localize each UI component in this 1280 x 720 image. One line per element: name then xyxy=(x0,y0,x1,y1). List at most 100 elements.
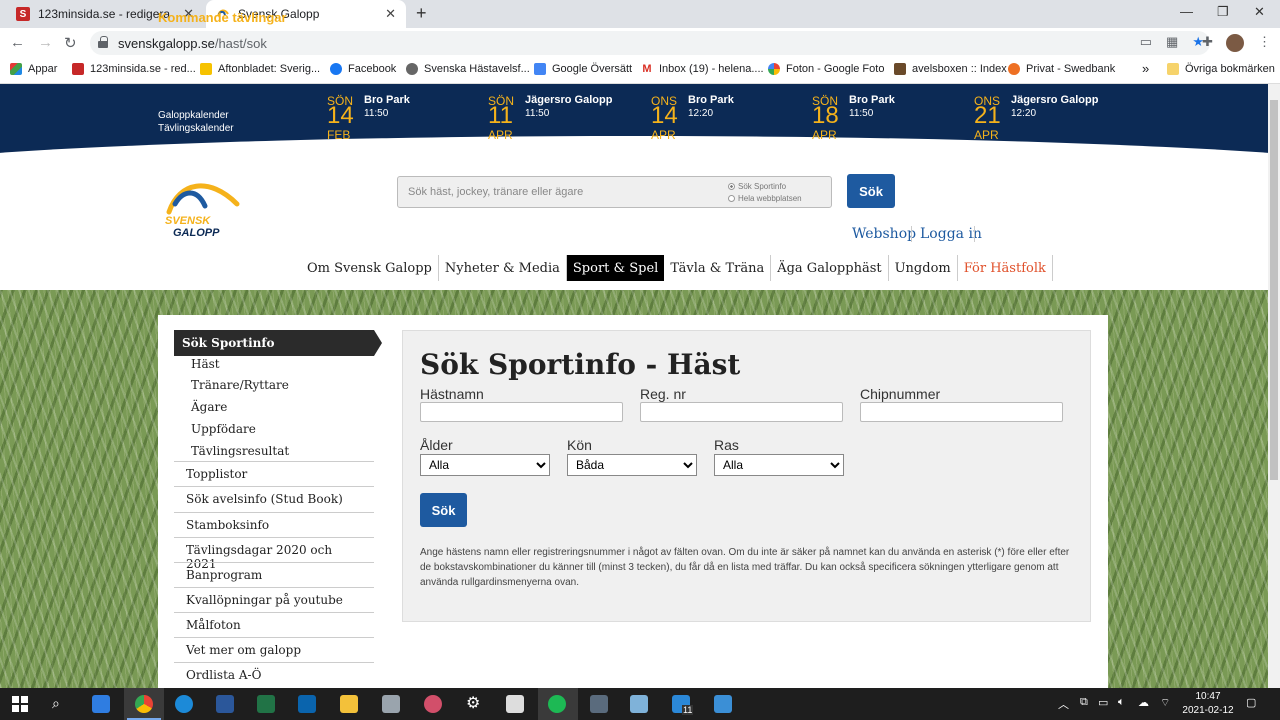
bookmark-aftonbladet[interactable]: Aftonbladet: Sverig... xyxy=(200,63,320,75)
qr-icon[interactable]: ▦ xyxy=(1166,34,1178,50)
outlook-icon[interactable] xyxy=(298,695,316,713)
settings-gear-icon[interactable]: ⚙ xyxy=(466,695,484,713)
word-icon[interactable] xyxy=(216,695,234,713)
photos-icon[interactable] xyxy=(714,695,732,713)
volume-icon[interactable]: 🔈︎ xyxy=(1118,696,1125,709)
nav-nyheter-media[interactable]: Nyheter & Media xyxy=(439,255,567,281)
chevron-up-icon[interactable]: ︿ xyxy=(1058,696,1069,712)
gmail-icon: M xyxy=(641,63,653,75)
nav-sport-spel[interactable]: Sport & Spel xyxy=(566,255,665,281)
sidebar-subitem-uppfodare[interactable]: Uppfödare xyxy=(191,422,256,436)
galoppkalender-link[interactable]: Galoppkalender xyxy=(158,110,229,121)
sidebar-item-ordlista[interactable]: Ordlista A-Ö xyxy=(174,662,374,688)
nav-ungdom[interactable]: Ungdom xyxy=(889,255,958,281)
radio-sportinfo[interactable]: Sök Sportinfo xyxy=(728,182,786,191)
chip-input[interactable] xyxy=(860,402,1063,422)
menu-icon[interactable]: ⋮ xyxy=(1258,34,1271,50)
paint-icon[interactable] xyxy=(424,695,442,713)
windows-taskbar: ⌕ ⚙ 11 ︿ ⧉ ▭ 🔈︎ ☁︎ ⌔ 10:47 2021-02-12 ▢ xyxy=(0,688,1280,720)
sidebar-item-topplistor[interactable]: Topplistor xyxy=(174,461,374,486)
bookmark-translate[interactable]: Google Översätt xyxy=(534,63,632,75)
sidebar-item-vet-mer[interactable]: Vet mer om galopp xyxy=(174,637,374,662)
profile-avatar[interactable] xyxy=(1226,34,1244,52)
radio-whole-site[interactable]: Hela webbplatsen xyxy=(728,194,802,203)
age-select[interactable]: Alla xyxy=(420,454,550,476)
reg-nr-input[interactable] xyxy=(640,402,843,422)
login-link[interactable]: Logga in xyxy=(920,226,982,242)
upcoming-title[interactable]: Kommande tävlingar xyxy=(158,10,287,25)
sidebar-item-kvallopningar[interactable]: Kvallöpningar på youtube xyxy=(174,587,374,612)
tab-label: 123minsida.se - redigera xyxy=(38,7,171,21)
cloud-icon[interactable]: ☁︎ xyxy=(1138,696,1149,709)
nav-aga-galopphast[interactable]: Äga Galopphäst xyxy=(771,255,889,281)
scrollbar-thumb[interactable] xyxy=(1270,100,1278,480)
bookmarks-overflow-icon[interactable]: » xyxy=(1142,61,1149,76)
bookmark-photos[interactable]: Foton - Google Foto xyxy=(768,63,884,75)
cast-icon[interactable]: ▭ xyxy=(1140,34,1152,50)
breed-select[interactable]: Alla xyxy=(714,454,844,476)
mail-icon[interactable] xyxy=(92,695,110,713)
bookmark-hastavel[interactable]: Svenska Hästavelsf... xyxy=(406,63,530,75)
back-icon[interactable]: ← xyxy=(10,34,25,51)
app-icon[interactable] xyxy=(630,695,648,713)
logo-text: SVENSK GALOPP xyxy=(165,215,220,239)
excel-icon[interactable] xyxy=(257,695,275,713)
sidebar-item-banprogram[interactable]: Banprogram xyxy=(174,562,374,587)
address-bar[interactable]: svenskgalopp.se/hast/sok ▭ ▦ ★ xyxy=(90,31,1210,55)
reload-icon[interactable]: ↻ xyxy=(64,34,77,52)
page-scrollbar[interactable] xyxy=(1268,84,1280,688)
sidebar-item-malfoton[interactable]: Målfoton xyxy=(174,612,374,637)
app-icon[interactable] xyxy=(382,695,400,713)
network-icon[interactable]: ⧉ xyxy=(1080,696,1088,709)
calculator-icon[interactable] xyxy=(590,695,608,713)
forward-icon[interactable]: → xyxy=(38,34,53,51)
minimize-icon[interactable]: — xyxy=(1180,4,1193,19)
nav-om-svensk-galopp[interactable]: Om Svensk Galopp xyxy=(301,255,439,281)
app-icon[interactable] xyxy=(506,695,524,713)
bookmark-avelsboxen[interactable]: avelsboxen :: Index xyxy=(894,63,1007,75)
nav-tavla-trana[interactable]: Tävla & Träna xyxy=(664,255,772,281)
sidebar-item-avelsinfo[interactable]: Sök avelsinfo (Stud Book) xyxy=(174,486,374,511)
battery-icon[interactable]: ▭ xyxy=(1098,696,1108,709)
extensions-icon[interactable]: ✚ xyxy=(1202,34,1213,50)
bookmark-123minsida[interactable]: 123minsida.se - red... xyxy=(72,63,196,75)
bookmark-gmail[interactable]: M Inbox (19) - helena.... xyxy=(641,63,764,75)
search-input[interactable] xyxy=(398,177,718,207)
new-tab-icon[interactable]: + xyxy=(416,3,427,24)
notifications-icon[interactable]: ▢ xyxy=(1246,696,1256,709)
search-icon[interactable]: ⌕ xyxy=(52,695,70,713)
other-bookmarks[interactable]: Övriga bokmärken xyxy=(1167,63,1275,75)
search-button[interactable]: Sök xyxy=(847,174,895,208)
reg-nr-label: Reg. nr xyxy=(640,386,686,402)
sex-label: Kön xyxy=(567,437,592,453)
windows-start-icon[interactable] xyxy=(11,695,29,713)
sidebar-item-stamboksinfo[interactable]: Stamboksinfo xyxy=(174,512,374,537)
chrome-icon[interactable] xyxy=(135,695,153,713)
file-explorer-icon[interactable] xyxy=(340,695,358,713)
sidebar-subitem-tranare[interactable]: Tränare/Ryttare xyxy=(191,378,289,392)
bookmark-swedbank[interactable]: Privat - Swedbank xyxy=(1008,63,1115,75)
spotify-icon[interactable] xyxy=(548,695,566,713)
bookmark-apps[interactable]: Appar xyxy=(10,63,57,75)
sidebar-item-tavlingsdagar[interactable]: Tävlingsdagar 2020 och 2021 xyxy=(174,537,374,571)
app-icon[interactable]: 11 xyxy=(672,695,694,715)
sidebar-subitem-hast[interactable]: Häst xyxy=(191,357,220,371)
sidebar-head-sok-sportinfo[interactable]: Sök Sportinfo xyxy=(174,330,382,356)
horse-name-input[interactable] xyxy=(420,402,623,422)
wifi-icon[interactable]: ⌔ xyxy=(1160,696,1170,710)
form-search-button[interactable]: Sök xyxy=(420,493,467,527)
nav-for-hastfolk[interactable]: För Hästfolk xyxy=(958,255,1053,281)
system-clock[interactable]: 10:47 2021-02-12 xyxy=(1180,690,1236,718)
sidebar-subitem-tavlingsresultat[interactable]: Tävlingsresultat xyxy=(191,444,289,458)
close-window-icon[interactable]: ✕ xyxy=(1254,4,1265,20)
maximize-icon[interactable]: ❐ xyxy=(1217,4,1229,20)
page-title: Sök Sportinfo - Häst xyxy=(420,348,741,381)
sidebar-subitem-agare[interactable]: Ägare xyxy=(191,400,227,414)
bookmark-facebook[interactable]: Facebook xyxy=(330,63,396,75)
tavlingskalender-link[interactable]: Tävlingskalender xyxy=(158,123,234,134)
edge-icon[interactable] xyxy=(175,695,193,713)
sex-select[interactable]: Båda xyxy=(567,454,697,476)
google-photos-icon xyxy=(768,63,780,75)
webshop-link[interactable]: Webshop xyxy=(852,226,916,242)
close-icon[interactable]: ✕ xyxy=(385,6,396,22)
